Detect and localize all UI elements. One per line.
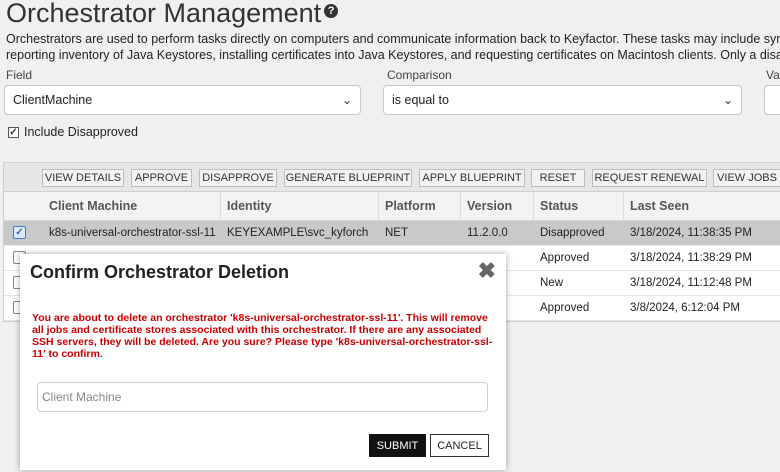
view-jobs-button[interactable]: VIEW JOBS: [713, 169, 780, 187]
close-icon[interactable]: ✖: [478, 258, 496, 284]
page-description: Orchestrators are used to perform tasks …: [6, 31, 780, 63]
column-platform[interactable]: Platform: [378, 192, 436, 221]
column-identity[interactable]: Identity: [220, 192, 271, 221]
chevron-down-icon: ⌄: [722, 93, 733, 107]
page-title-text: Orchestrator Management: [6, 0, 322, 28]
column-last-seen[interactable]: Last Seen: [623, 192, 689, 221]
reset-button[interactable]: RESET: [531, 169, 585, 187]
include-disapproved-checkbox[interactable]: ✓: [8, 126, 19, 138]
cell-client-machine: k8s-universal-orchestrator-ssl-11: [49, 227, 216, 239]
description-line-2: reporting inventory of Java Keystores, i…: [6, 48, 780, 62]
comparison-label: Comparison: [387, 68, 452, 82]
page-title: Orchestrator Management?: [6, 0, 339, 29]
cell-identity: KEYEXAMPLE\svc_kyforch: [227, 227, 369, 239]
cell-status: New: [540, 277, 564, 289]
field-select[interactable]: ClientMachine ⌄: [4, 85, 361, 115]
cell-last-seen: 3/18/2024, 11:38:35 PM: [630, 227, 752, 239]
cancel-button[interactable]: CANCEL: [430, 434, 489, 457]
column-client-machine[interactable]: Client Machine: [49, 192, 137, 221]
description-line-1: Orchestrators are used to perform tasks …: [6, 32, 780, 46]
client-machine-input[interactable]: [37, 382, 488, 412]
cell-status: Approved: [540, 302, 590, 314]
cell-last-seen: 3/8/2024, 6:12:04 PM: [630, 302, 740, 314]
include-disapproved-toggle[interactable]: ✓ Include Disapproved: [8, 125, 138, 139]
view-details-button[interactable]: VIEW DETAILS: [42, 169, 124, 187]
comparison-select[interactable]: is equal to ⌄: [383, 85, 742, 115]
request-renewal-button[interactable]: REQUEST RENEWAL: [592, 169, 707, 187]
disapprove-button[interactable]: DISAPPROVE: [199, 169, 277, 187]
value-label: Va: [766, 68, 780, 82]
cell-last-seen: 3/18/2024, 11:12:48 PM: [630, 277, 752, 289]
cell-last-seen: 3/18/2024, 11:38:29 PM: [630, 252, 752, 264]
table-row[interactable]: ✓ k8s-universal-orchestrator-ssl-11 KEYE…: [4, 221, 780, 246]
grid-toolbar: VIEW DETAILS APPROVE DISAPPROVE GENERATE…: [4, 163, 780, 192]
row-checkbox[interactable]: ✓: [13, 226, 26, 239]
approve-button[interactable]: APPROVE: [131, 169, 192, 187]
field-label: Field: [6, 68, 33, 82]
apply-blueprint-button[interactable]: APPLY BLUEPRINT: [419, 169, 525, 187]
value-input[interactable]: [764, 85, 780, 115]
chevron-down-icon: ⌄: [341, 93, 352, 107]
cell-status: Disapproved: [540, 227, 605, 239]
cell-platform: NET: [385, 227, 408, 239]
field-select-value: ClientMachine: [13, 93, 93, 107]
submit-button[interactable]: SUBMIT: [369, 434, 426, 457]
grid-header: Client Machine Identity Platform Version…: [4, 192, 780, 221]
deletion-warning-text: You are about to delete an orchestrator …: [32, 312, 493, 360]
confirm-deletion-dialog: Confirm Orchestrator Deletion ✖ You are …: [20, 254, 506, 470]
include-disapproved-label: Include Disapproved: [24, 125, 138, 139]
dialog-title: Confirm Orchestrator Deletion: [30, 262, 290, 282]
cell-version: 11.2.0.0: [467, 227, 508, 239]
generate-blueprint-button[interactable]: GENERATE BLUEPRINT: [284, 169, 412, 187]
help-icon[interactable]: ?: [324, 4, 339, 18]
comparison-select-value: is equal to: [392, 93, 449, 107]
column-version[interactable]: Version: [460, 192, 512, 221]
column-status[interactable]: Status: [533, 192, 578, 221]
cell-status: Approved: [540, 252, 590, 264]
